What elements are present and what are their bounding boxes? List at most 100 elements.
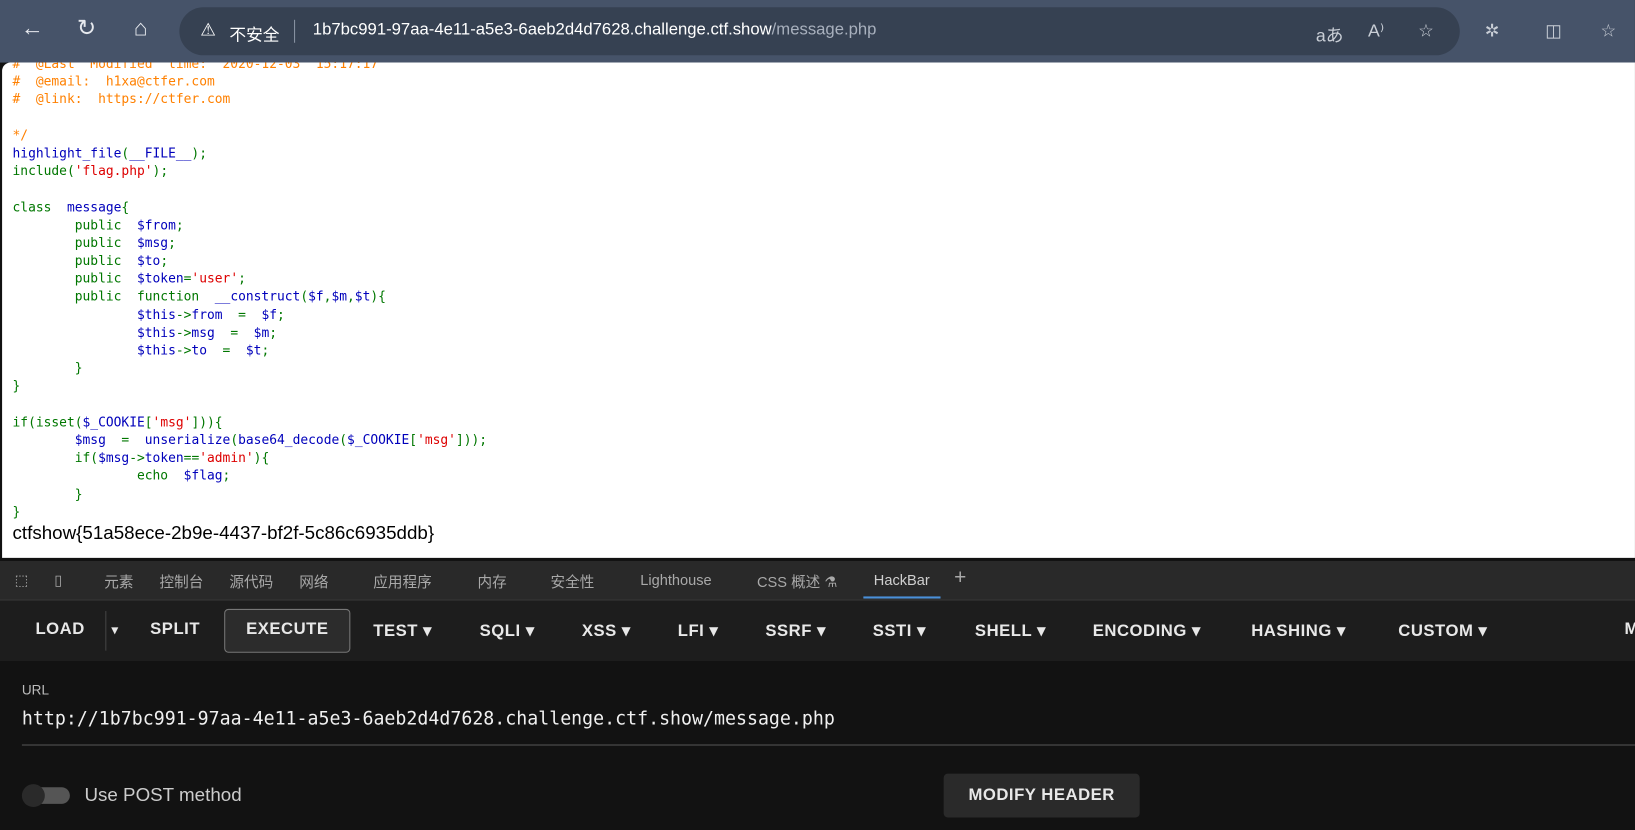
device-icon[interactable]: ▯ xyxy=(54,571,62,589)
code-token: } xyxy=(12,485,83,502)
shell-menu[interactable]: SHELL ▾ xyxy=(975,620,1046,641)
code-token: __FILE__ xyxy=(129,144,192,161)
url-label: URL xyxy=(21,681,50,698)
star-icon[interactable]: ☆ xyxy=(1418,21,1434,42)
read-aloud-icon[interactable]: A⁾ xyxy=(1368,21,1384,42)
toggle-knob[interactable] xyxy=(21,784,45,808)
add-tab-icon[interactable]: + xyxy=(954,566,966,590)
more-menu[interactable]: M xyxy=(1625,620,1635,639)
code-token: ); xyxy=(152,162,169,179)
post-method-toggle[interactable] xyxy=(21,784,70,808)
tab-memory[interactable]: 内存 xyxy=(478,571,507,592)
code-token: 'user' xyxy=(191,270,239,286)
code-token: ); xyxy=(191,144,207,161)
code-line: echo $flag; xyxy=(13,466,488,484)
code-token: ])); xyxy=(455,431,488,448)
split-screen-icon[interactable]: ◫ xyxy=(1545,21,1562,42)
url-text[interactable]: 1b7bc991-97aa-4e11-a5e3-6aeb2d4d7628.cha… xyxy=(313,21,877,40)
hackbar-panel: URL http://1b7bc991-97aa-4e11-a5e3-6aeb2… xyxy=(0,661,1635,830)
code-token: $m xyxy=(253,324,270,340)
custom-menu[interactable]: CUSTOM ▾ xyxy=(1398,620,1487,641)
code-token: highlight_file xyxy=(12,144,122,161)
code-token: if( xyxy=(12,449,99,466)
code-line: } xyxy=(13,502,488,520)
tab-console[interactable]: 控制台 xyxy=(160,571,204,592)
execute-button[interactable]: EXECUTE xyxy=(246,620,328,639)
sqli-menu[interactable]: SQLI ▾ xyxy=(480,620,535,641)
back-icon[interactable]: ← xyxy=(17,15,48,42)
code-token: ; xyxy=(238,270,246,286)
code-token: -> xyxy=(129,449,145,466)
code-token: 'flag.php' xyxy=(74,162,153,179)
code-token: $t xyxy=(245,342,262,358)
ssti-menu[interactable]: SSTI ▾ xyxy=(873,620,926,641)
code-token: } xyxy=(12,377,21,394)
divider xyxy=(294,19,296,43)
code-token: } xyxy=(12,359,83,376)
code-token: 'msg' xyxy=(417,431,456,448)
code-token: ; xyxy=(160,252,169,269)
translate-icon[interactable]: aあ xyxy=(1316,21,1344,47)
address-bar[interactable]: ⚠ 不安全 1b7bc991-97aa-4e11-a5e3-6aeb2d4d76… xyxy=(179,7,1460,56)
load-button[interactable]: LOAD xyxy=(35,620,84,639)
code-token: __construct xyxy=(214,288,301,304)
code-token: ){ xyxy=(253,449,270,466)
tab-security[interactable]: 安全性 xyxy=(551,571,595,592)
php-source-code: # @Last Modified time: 2020-12-03 15:17:… xyxy=(13,63,488,521)
load-dropdown-icon[interactable]: ▾ xyxy=(112,622,119,637)
tab-application[interactable]: 应用程序 xyxy=(373,571,431,592)
tab-lighthouse[interactable]: Lighthouse xyxy=(640,571,711,588)
code-token: msg xyxy=(191,324,231,340)
warning-icon[interactable]: ⚠ xyxy=(200,20,216,41)
code-token: # @link: https://ctfer.com xyxy=(12,91,231,107)
modify-header-button[interactable]: MODIFY HEADER xyxy=(943,773,1140,818)
code-line: public $token='user'; xyxy=(13,269,488,287)
code-line: } xyxy=(13,359,488,377)
encoding-menu[interactable]: ENCODING ▾ xyxy=(1093,620,1201,641)
reload-icon[interactable]: ↻ xyxy=(71,15,102,42)
code-line: public $msg; xyxy=(13,233,488,251)
test-menu[interactable]: TEST ▾ xyxy=(373,620,432,641)
hashing-menu[interactable]: HASHING ▾ xyxy=(1251,620,1346,641)
home-icon[interactable]: ⌂ xyxy=(125,15,156,42)
code-token: $f xyxy=(261,306,278,322)
code-token: { xyxy=(121,198,130,215)
code-line: } xyxy=(13,484,488,502)
code-token: # @email: h1xa@ctfer.com xyxy=(12,73,215,89)
code-token: # @Last Modified time: 2020-12-03 15:17:… xyxy=(12,62,379,71)
hackbar-toolbar: LOAD ▾ SPLIT EXECUTE TEST ▾ SQLI ▾ XSS ▾… xyxy=(0,600,1635,662)
lfi-menu[interactable]: LFI ▾ xyxy=(678,620,719,641)
code-token: ){ xyxy=(370,288,386,304)
insecure-label[interactable]: 不安全 xyxy=(229,21,279,46)
code-token: $f xyxy=(308,288,324,304)
extensions-icon[interactable]: ✲ xyxy=(1485,21,1500,42)
code-line: if($msg->token=='admin'){ xyxy=(13,448,488,466)
code-line: # @email: h1xa@ctfer.com xyxy=(13,72,488,90)
tab-network[interactable]: 网络 xyxy=(299,571,328,592)
tab-hackbar[interactable]: HackBar xyxy=(863,571,941,599)
split-button[interactable]: SPLIT xyxy=(150,620,200,639)
favorites-icon[interactable]: ☆ xyxy=(1601,21,1617,42)
code-token: 'admin' xyxy=(199,449,254,466)
inspect-icon[interactable]: ⬚ xyxy=(15,571,29,589)
code-token: = xyxy=(183,270,192,286)
code-token: message xyxy=(66,198,122,215)
code-line: # @Last Modified time: 2020-12-03 15:17:… xyxy=(13,63,488,73)
code-token: */ xyxy=(12,126,29,143)
tab-sources[interactable]: 源代码 xyxy=(229,571,273,592)
code-token: $_COOKIE xyxy=(347,431,410,448)
ssrf-menu[interactable]: SSRF ▾ xyxy=(765,620,826,641)
tab-css-overview[interactable]: CSS 概述 ⚗ xyxy=(757,571,837,592)
tab-elements[interactable]: 元素 xyxy=(104,571,133,592)
url-input[interactable]: http://1b7bc991-97aa-4e11-a5e3-6aeb2d4d7… xyxy=(22,709,835,730)
flag-output: ctfshow{51a58ece-2b9e-4437-bf2f-5c86c693… xyxy=(12,522,435,544)
code-token: class xyxy=(12,198,67,215)
devtools-tabbar: ⬚ ▯ 元素 控制台 源代码 网络 应用程序 内存 安全性 Lighthouse… xyxy=(0,560,1635,601)
code-token: , xyxy=(323,288,332,304)
xss-menu[interactable]: XSS ▾ xyxy=(582,620,631,641)
code-line: if(isset($_COOKIE['msg'])){ xyxy=(13,413,488,431)
